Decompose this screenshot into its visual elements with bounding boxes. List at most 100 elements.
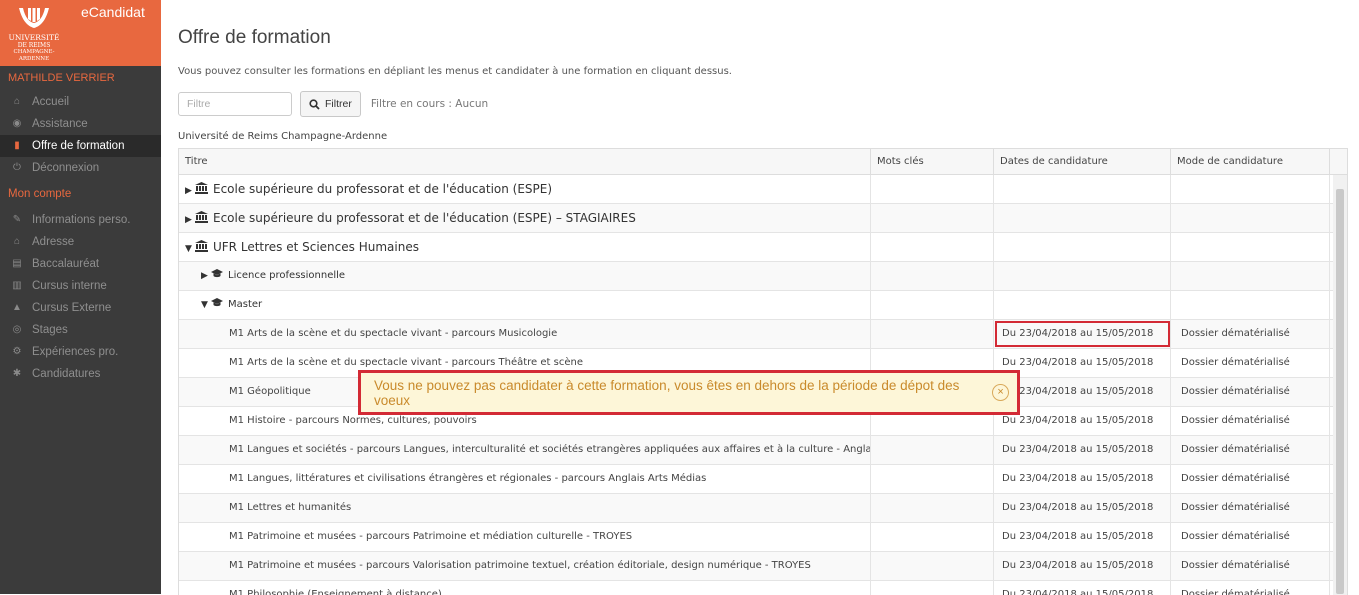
table-row[interactable]: M1 Patrimoine et musées - parcours Valor… xyxy=(179,552,1347,581)
sidebar-item-candidatures[interactable]: ✱ Candidatures xyxy=(0,363,161,385)
cell-dates: Du 23/04/2018 au 15/05/2018 xyxy=(994,407,1171,435)
column-header-mots-cles[interactable]: Mots clés xyxy=(871,149,994,174)
column-header-mode[interactable]: Mode de candidature xyxy=(1171,149,1330,174)
table-header: Titre Mots clés Dates de candidature Mod… xyxy=(179,149,1347,175)
sidebar-item-offre-de-formation[interactable]: ▮ Offre de formation xyxy=(0,135,161,157)
column-header-titre[interactable]: Titre xyxy=(179,149,871,174)
breadcrumb: Université de Reims Champagne-Ardenne xyxy=(178,131,388,142)
sidebar-item-accueil[interactable]: ⌂ Accueil xyxy=(0,91,161,113)
university-logo[interactable]: UNIVERSITÉ DE REIMS CHAMPAGNE-ARDENNE xyxy=(0,0,68,66)
sidebar-item-cursus-interne[interactable]: ▥ Cursus interne xyxy=(0,275,161,297)
cell-dates xyxy=(994,204,1171,232)
table-row[interactable]: M1 Philosophie (Enseignement à distance)… xyxy=(179,581,1347,595)
bookmark-icon: ▮ xyxy=(14,140,20,151)
table-row[interactable]: M1 Langues, littératures et civilisation… xyxy=(179,465,1347,494)
cell-dates: Du 23/04/2018 au 15/05/2018 xyxy=(994,494,1171,522)
sidebar-item-label: Offre de formation xyxy=(32,140,125,152)
table-row[interactable]: ▶ Licence professionnelle xyxy=(179,262,1347,291)
cell-titre[interactable]: M1 Patrimoine et musées - parcours Valor… xyxy=(179,552,871,580)
row-title: Licence professionnelle xyxy=(228,270,346,281)
cell-mode: Dossier dématérialisé xyxy=(1171,349,1330,377)
cell-mode xyxy=(1171,262,1330,290)
cell-titre[interactable]: M1 Langues et sociétés - parcours Langue… xyxy=(179,436,871,464)
caret-down-icon[interactable]: ▼ xyxy=(201,291,211,319)
home-icon: ⌂ xyxy=(13,236,21,247)
bank-icon xyxy=(195,240,208,252)
cell-titre[interactable]: ▼ Master xyxy=(179,291,871,319)
cell-titre[interactable]: M1 Arts de la scène et du spectacle viva… xyxy=(179,320,871,348)
sidebar-item-label: Cursus Externe xyxy=(32,302,112,314)
table-scrollbar[interactable] xyxy=(1333,175,1347,595)
life-ring-icon: ◉ xyxy=(12,118,22,129)
cell-mode xyxy=(1171,233,1330,261)
cell-mode: Dossier dématérialisé xyxy=(1171,320,1330,348)
cell-dates: Du 23/04/2018 au 15/05/2018 xyxy=(994,378,1171,406)
app-name[interactable]: eCandidat xyxy=(81,4,145,20)
cell-titre[interactable]: ▶ Licence professionnelle xyxy=(179,262,871,290)
cogs-icon: ⚙ xyxy=(12,346,22,357)
caret-down-icon[interactable]: ▼ xyxy=(185,235,195,261)
sidebar-item-deconnexion[interactable]: ⏻ Déconnexion xyxy=(0,157,161,179)
cell-mode: Dossier dématérialisé xyxy=(1171,523,1330,551)
cell-titre[interactable]: ▶ Ecole supérieure du professorat et de l… xyxy=(179,204,871,232)
table-row[interactable]: ▶ Ecole supérieure du professorat et de l… xyxy=(179,204,1347,233)
graduation-cap-icon xyxy=(211,298,223,307)
cell-dates: Du 23/04/2018 au 15/05/2018 xyxy=(994,465,1171,493)
main-content: Offre de formation Vous pouvez consulter… xyxy=(161,0,1359,595)
caret-right-icon[interactable]: ▶ xyxy=(201,262,211,290)
table-row[interactable]: ▶ Ecole supérieure du professorat et de l… xyxy=(179,175,1347,204)
cell-titre[interactable]: M1 Patrimoine et musées - parcours Patri… xyxy=(179,523,871,551)
sidebar-item-label: Déconnexion xyxy=(32,162,100,174)
sidebar-item-label: Accueil xyxy=(32,96,70,108)
power-icon: ⏻ xyxy=(13,162,21,173)
row-title: M1 Lettres et humanités xyxy=(229,502,352,513)
table-row[interactable]: ▼ UFR Lettres et Sciences Humaines xyxy=(179,233,1347,262)
sidebar-item-label: Cursus interne xyxy=(32,280,107,292)
sidebar-item-label: Assistance xyxy=(32,118,88,130)
filter-button[interactable]: Filtrer xyxy=(300,91,361,117)
warning-notification[interactable]: Vous ne pouvez pas candidater à cette fo… xyxy=(358,370,1020,415)
cell-mots-cles xyxy=(871,465,994,493)
cell-dates xyxy=(994,233,1171,261)
cell-mots-cles xyxy=(871,581,994,595)
sidebar-item-label: Candidatures xyxy=(32,368,101,380)
filter-bar: Filtrer Filtre en cours : Aucun xyxy=(178,91,488,117)
row-title: M1 Arts de la scène et du spectacle viva… xyxy=(229,328,558,339)
cell-titre[interactable]: M1 Langues, littératures et civilisation… xyxy=(179,465,871,493)
sidebar-item-assistance[interactable]: ◉ Assistance xyxy=(0,113,161,135)
sidebar-item-cursus-externe[interactable]: ▲ Cursus Externe xyxy=(0,297,161,319)
caret-right-icon[interactable]: ▶ xyxy=(185,177,195,203)
sidebar-item-adresse[interactable]: ⌂ Adresse xyxy=(0,231,161,253)
cell-mots-cles xyxy=(871,291,994,319)
book-icon: ▤ xyxy=(12,258,22,269)
table-row[interactable]: ▼ Master xyxy=(179,291,1347,320)
close-icon[interactable]: × xyxy=(992,384,1009,401)
sidebar-item-baccalaureat[interactable]: ▤ Baccalauréat xyxy=(0,253,161,275)
university-name-line1: UNIVERSITÉ xyxy=(8,33,60,42)
sidebar-item-label: Baccalauréat xyxy=(32,258,100,270)
cell-dates: Du 23/04/2018 au 15/05/2018 xyxy=(994,581,1171,595)
row-title: UFR Lettres et Sciences Humaines xyxy=(213,240,419,254)
cell-mode: Dossier dématérialisé xyxy=(1171,552,1330,580)
table-scrollbar-thumb[interactable] xyxy=(1336,189,1344,594)
cell-mots-cles xyxy=(871,262,994,290)
sidebar-item-informations-perso[interactable]: ✎ Informations perso. xyxy=(0,209,161,231)
table-row[interactable]: M1 Patrimoine et musées - parcours Patri… xyxy=(179,523,1347,552)
table-row[interactable]: M1 Arts de la scène et du spectacle viva… xyxy=(179,320,1347,349)
home-icon: ⌂ xyxy=(13,96,21,107)
table-row[interactable]: M1 Langues et sociétés - parcours Langue… xyxy=(179,436,1347,465)
column-header-dates[interactable]: Dates de candidature xyxy=(994,149,1171,174)
sidebar-item-stages[interactable]: ◎ Stages xyxy=(0,319,161,341)
cell-titre[interactable]: M1 Philosophie (Enseignement à distance) xyxy=(179,581,871,595)
row-title: M1 Histoire - parcours Normes, cultures,… xyxy=(229,415,477,426)
cell-titre[interactable]: M1 Lettres et humanités xyxy=(179,494,871,522)
table-row[interactable]: M1 Lettres et humanités Du 23/04/2018 au … xyxy=(179,494,1347,523)
sidebar-item-experiences-pro[interactable]: ⚙ Expériences pro. xyxy=(0,341,161,363)
nav-section-mon-compte: Mon compte xyxy=(8,188,72,200)
cell-mode: Dossier dématérialisé xyxy=(1171,436,1330,464)
cell-titre[interactable]: ▼ UFR Lettres et Sciences Humaines xyxy=(179,233,871,261)
caret-right-icon[interactable]: ▶ xyxy=(185,206,195,232)
filter-input[interactable] xyxy=(178,92,292,116)
cell-dates xyxy=(994,291,1171,319)
cell-titre[interactable]: ▶ Ecole supérieure du professorat et de l… xyxy=(179,175,871,203)
